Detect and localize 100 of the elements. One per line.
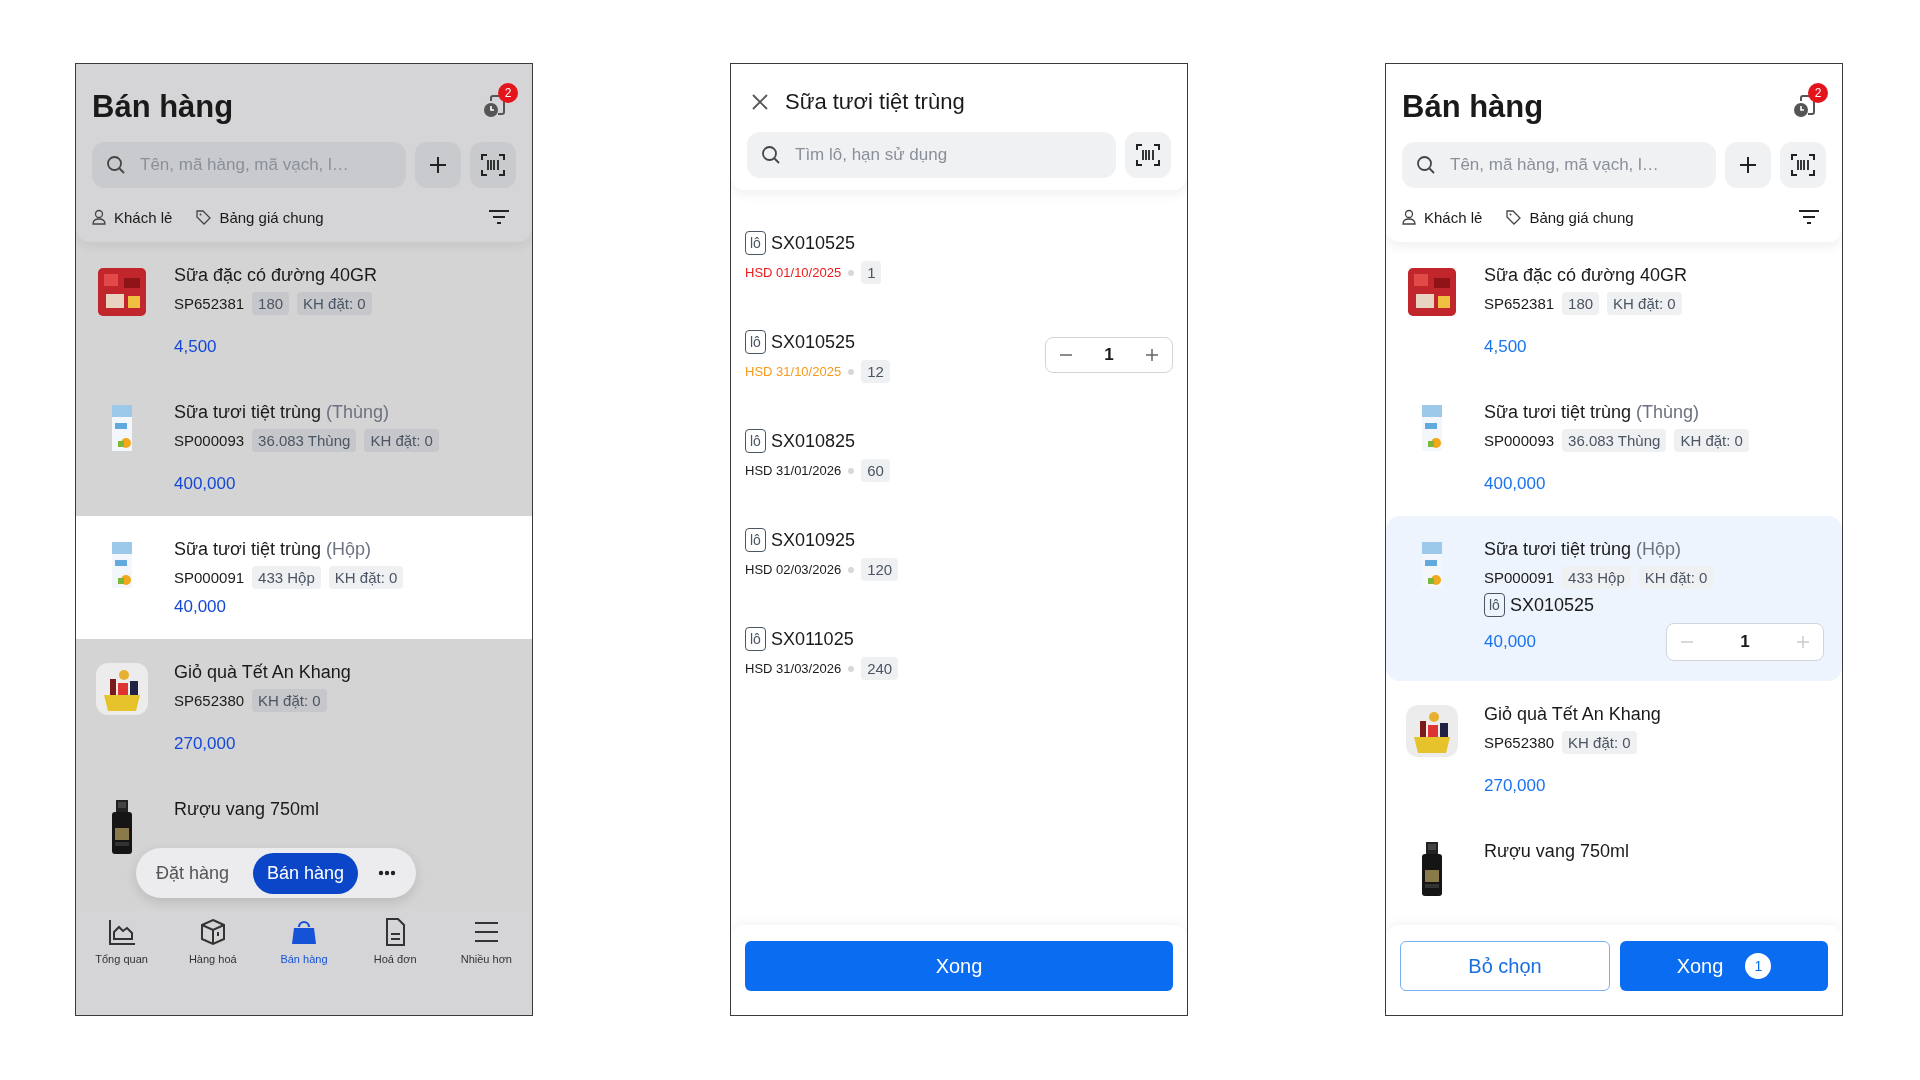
product-price: 4,500 [1484, 337, 1527, 357]
product-price: 40,000 [1484, 632, 1536, 652]
quantity-stepper[interactable]: 1 [1666, 623, 1824, 661]
product-code: SP000091 [174, 569, 245, 586]
product-code: SP652380 [174, 692, 245, 709]
lot-row[interactable]: lô SX011025 HSD 31/03/2026 240 [745, 602, 1173, 701]
search-field[interactable]: Tìm lô, hạn sử dụng [747, 132, 1116, 178]
product-price: 400,000 [1484, 474, 1546, 494]
expiry-date: HSD 31/03/2026 [745, 661, 842, 676]
nav-tab[interactable]: Tổng quan [81, 917, 162, 1015]
barcode-scan-button[interactable] [470, 142, 516, 188]
stock-badge: KH đặt: 0 [1638, 566, 1714, 589]
lot-tag: lô [745, 627, 766, 651]
lot-code: SX011025 [770, 628, 854, 650]
plus-icon [428, 155, 448, 175]
product-price: 270,000 [1484, 776, 1546, 796]
search-icon [106, 155, 126, 175]
nav-tab[interactable]: Hoá đơn [355, 917, 436, 1015]
stock-badge: KH đặt: 0 [328, 566, 404, 589]
nav-tab[interactable]: Hàng hoá [172, 917, 253, 1015]
person-icon [92, 209, 106, 225]
barcode-scan-button[interactable] [1780, 142, 1826, 188]
quantity-value[interactable]: 1 [1104, 344, 1114, 365]
filter-icon[interactable] [488, 209, 510, 225]
price-list-selector[interactable]: Bảng giá chung [1506, 208, 1634, 226]
lot-tag: lô [745, 528, 766, 552]
lot-tag: lô [745, 330, 766, 354]
product-price: 400,000 [174, 474, 236, 494]
product-name: Sữa tươi tiệt trùng (Thùng) [174, 401, 390, 423]
lot-code: SX010825 [770, 430, 855, 452]
nav-tab[interactable]: Bán hàng [263, 917, 344, 1015]
filter-icon[interactable] [1798, 209, 1820, 225]
barcode-scan-icon [1791, 154, 1815, 176]
notification-badge: 2 [1808, 82, 1828, 103]
search-icon [1416, 155, 1436, 175]
price-list-selector[interactable]: Bảng giá chung [196, 208, 324, 226]
done-button[interactable]: Xong [745, 941, 1173, 991]
done-button[interactable]: Xong 1 [1620, 941, 1828, 991]
lot-code: SX010525 [770, 232, 855, 254]
product-name: Sữa tươi tiệt trùng (Hộp) [1484, 538, 1682, 560]
product-name: Sữa đặc có đường 40GR [174, 264, 378, 286]
search-field[interactable]: Tên, mã hàng, mã vạch, l… [1402, 142, 1716, 188]
stock-badge: 433 Hộp [252, 566, 321, 589]
quantity-value[interactable]: 1 [1740, 632, 1750, 652]
stock-badge: KH đặt: 0 [297, 292, 372, 315]
stock-badge: 36.083 Thùng [252, 429, 357, 452]
lot-row[interactable]: lô SX010525 HSD 31/10/2025 12 1 [745, 305, 1173, 404]
product-name: Sữa đặc có đường 40GR [1484, 264, 1688, 286]
lot-row[interactable]: lô SX010925 HSD 02/03/2026 120 [745, 503, 1173, 602]
tag-icon [1506, 209, 1522, 225]
stock-badge: 120 [861, 558, 899, 581]
stock-badge: 433 Hộp [1562, 566, 1631, 589]
search-field[interactable]: Tên, mã hàng, mã vạch, l… [92, 142, 406, 188]
lot-tag: lô [745, 231, 766, 255]
product-code: SP652381 [174, 295, 245, 312]
product-row[interactable]: Sữa tươi tiệt trùng (Hộp) SP000091 433 Hộp KH đặt: 0 lô SX010525 40,000 1 [1386, 516, 1842, 681]
barcode-scan-icon [1136, 144, 1160, 166]
lot-row[interactable]: lô SX010825 HSD 31/01/2026 60 [745, 404, 1173, 503]
plus-icon [1738, 155, 1758, 175]
notification-badge: 2 [498, 82, 518, 103]
product-price: 40,000 [174, 597, 226, 617]
stock-badge: 240 [861, 657, 899, 680]
stock-badge: KH đặt: 0 [1674, 429, 1749, 452]
add-button[interactable] [1725, 142, 1771, 188]
lot-row[interactable]: lô SX010525 HSD 01/10/2025 1 [745, 206, 1173, 305]
add-button[interactable] [415, 142, 461, 188]
close-icon[interactable] [751, 93, 769, 111]
expiry-date: HSD 01/10/2025 [745, 265, 842, 280]
more-icon[interactable] [378, 870, 397, 876]
nav-tab[interactable]: Nhiều hơn [446, 917, 527, 1015]
stock-badge: KH đặt: 0 [252, 689, 327, 712]
barcode-scan-icon [481, 154, 505, 176]
screen-title: Bán hàng [92, 89, 234, 125]
product-row[interactable]: Sữa tươi tiệt trùng (Hộp) SP000091 433 Hộp KH đặt: 0 40,000 [76, 516, 532, 639]
stock-badge: 1 [861, 261, 882, 284]
expiry-date: HSD 31/10/2025 [745, 364, 842, 379]
lot-tag: lô [745, 429, 766, 453]
product-name: Rượu vang 750ml [174, 798, 320, 820]
lot-code: SX010925 [770, 529, 855, 551]
lot-code: SX010525 [1509, 594, 1594, 616]
product-name: Sữa tươi tiệt trùng (Hộp) [174, 538, 372, 560]
person-icon [1402, 209, 1416, 225]
barcode-scan-button[interactable] [1125, 132, 1171, 178]
quantity-stepper[interactable]: 1 [1045, 336, 1173, 373]
stock-badge: 180 [252, 292, 290, 315]
plus-icon[interactable] [1144, 346, 1160, 363]
tag-icon [196, 209, 212, 225]
mode-tab[interactable]: Bán hàng [253, 852, 359, 894]
clear-button[interactable]: Bỏ chọn [1400, 941, 1610, 991]
product-code: SP652381 [1484, 295, 1555, 312]
lot-code: SX010525 [770, 331, 855, 353]
expiry-date: HSD 31/01/2026 [745, 463, 842, 478]
product-code: SP000093 [174, 432, 245, 449]
customer-selector[interactable]: Khách lẻ [92, 208, 173, 226]
lot-tag: lô [1484, 593, 1505, 617]
customer-selector[interactable]: Khách lẻ [1402, 208, 1483, 226]
product-price: 270,000 [174, 734, 236, 754]
sheet-title: Sữa tươi tiệt trùng [785, 89, 965, 115]
stock-badge: KH đặt: 0 [1562, 731, 1637, 754]
screen-title: Bán hàng [1402, 89, 1544, 125]
